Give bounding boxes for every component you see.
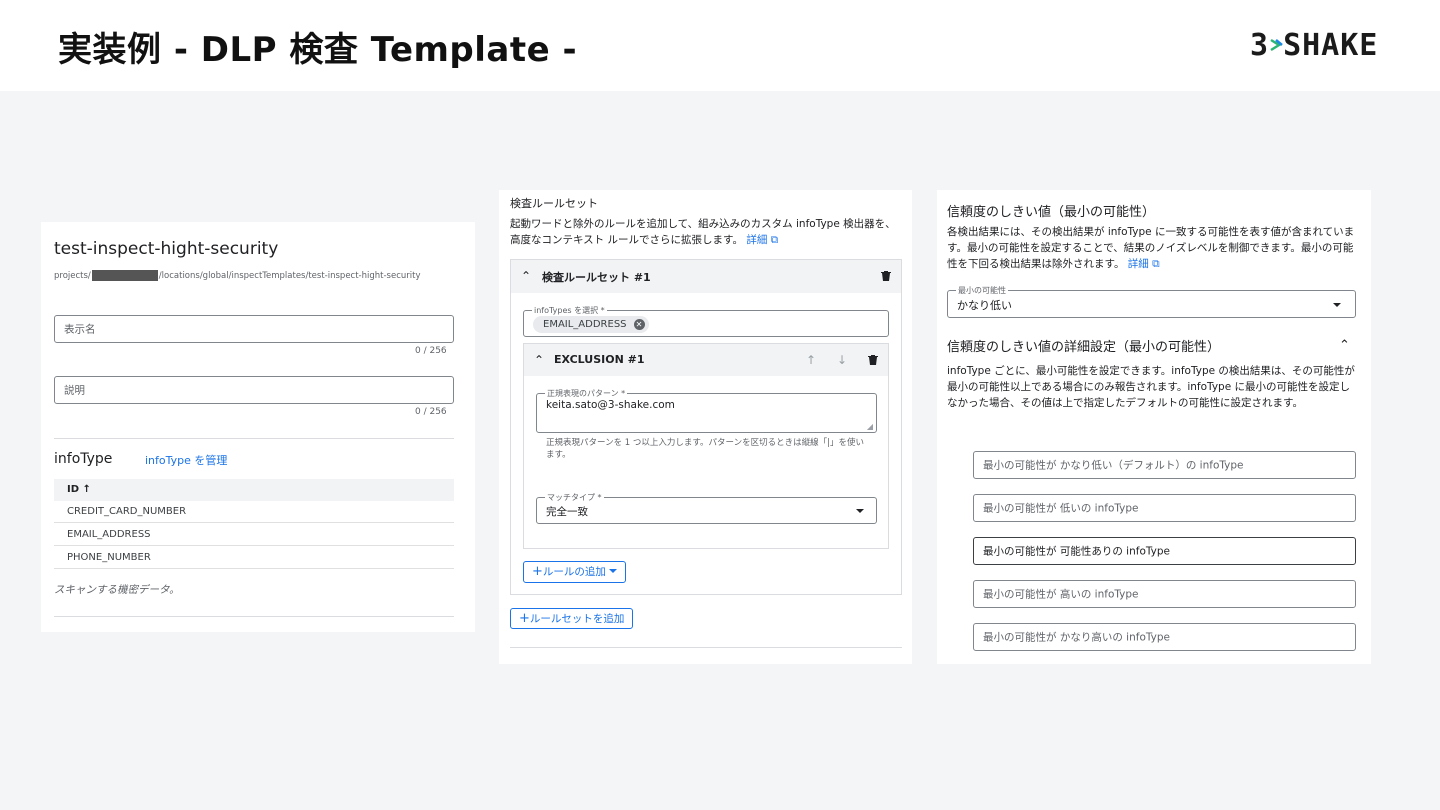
chevron-up-icon[interactable]: ⌃ [534, 354, 544, 366]
template-path: projects/ /locations/global/inspectTempla… [54, 270, 421, 281]
plus-icon: + [519, 611, 530, 626]
ruleset-description: 起動ワードと除外のルールを追加して、組み込みのカスタム infoType 検出器… [510, 216, 902, 248]
row-id: EMAIL_ADDRESS [67, 529, 151, 540]
match-type-select[interactable]: マッチタイプ * 完全一致 [536, 492, 877, 524]
add-ruleset-button[interactable]: +ルールセットを追加 [510, 608, 634, 629]
exclusion-header-title: EXCLUSION #1 [554, 353, 645, 366]
redacted-project-id [91, 270, 158, 281]
regex-help-text: 正規表現パターンを 1 つ以上入力します。パターンを区切るときは縦線「|」を使い… [546, 438, 864, 460]
plus-icon: + [532, 564, 543, 579]
display-name-placeholder: 表示名 [64, 323, 96, 336]
likelihood-placeholder: 最小の可能性が かなり高いの infoType [983, 631, 1170, 644]
logo-text-prefix: 3 [1250, 28, 1270, 63]
path-prefix: projects/ [54, 271, 91, 281]
ruleset-description-text: 起動ワードと除外のルールを追加して、組み込みのカスタム infoType 検出器… [510, 218, 896, 246]
table-row: PHONE_NUMBER [54, 547, 454, 569]
infotypes-select[interactable]: infoTypes を選択 * EMAIL_ADDRESS ✕ [523, 305, 889, 337]
logo-text-suffix: SHAKE [1283, 28, 1379, 63]
likelihood-details-link[interactable]: 詳細 ⧉ [1128, 258, 1160, 270]
path-suffix: /locations/global/inspectTemplates/test-… [158, 271, 421, 281]
dropdown-arrow-icon [856, 509, 864, 513]
likelihood-placeholder: 最小の可能性が 高いの infoType [983, 588, 1139, 601]
likelihood-threshold-panel: 信頼度のしきい値（最小の可能性） 各検出結果には、その検出結果が infoTyp… [937, 190, 1371, 664]
table-row: CREDIT_CARD_NUMBER [54, 501, 454, 523]
manage-infotype-link[interactable]: infoType を管理 [145, 452, 227, 468]
likelihood-very-unlikely-input[interactable]: 最小の可能性が かなり低い（デフォルト）の infoType [973, 451, 1356, 479]
divider [54, 616, 454, 617]
remove-chip-icon[interactable]: ✕ [633, 319, 645, 330]
display-name-counter: 0 / 256 [415, 346, 447, 356]
advanced-threshold-title: 信頼度のしきい値の詳細設定（最小の可能性） [947, 340, 1221, 355]
regex-pattern-textarea[interactable]: 正規表現のパターン * keita.sato@3-shake.com ◢ [536, 388, 877, 433]
advanced-threshold-description: infoType ごとに、最小可能性を設定できます。infoType の検出結果… [947, 365, 1355, 409]
description-counter: 0 / 256 [415, 407, 447, 417]
regex-pattern-value: keita.sato@3-shake.com [546, 399, 675, 411]
likelihood-likely-input[interactable]: 最小の可能性が 高いの infoType [973, 580, 1356, 608]
infotypes-label: infoTypes を選択 * [532, 305, 607, 316]
dropdown-arrow-icon [1333, 303, 1341, 307]
match-type-value: 完全一致 [546, 506, 588, 518]
exclusion-card: ⌃ EXCLUSION #1 ↑ ↓ 正規表現のパターン * keita.sat… [523, 343, 889, 549]
footer-note: スキャンする機密データ。 [54, 584, 180, 596]
likelihood-description: 各検出結果には、その検出結果が infoType に一致する可能性を表す値が含ま… [947, 224, 1359, 272]
likelihood-placeholder: 最小の可能性が かなり低い（デフォルト）の infoType [983, 459, 1244, 472]
inspection-ruleset-panel: 検査ルールセット 起動ワードと除外のルールを追加して、組み込みのカスタム inf… [499, 190, 912, 664]
ruleset-card-header[interactable]: ⌃ 検査ルールセット #1 [511, 260, 901, 293]
arrow-up-icon[interactable]: ↑ [806, 354, 816, 366]
add-rule-button[interactable]: +ルールの追加 [523, 561, 627, 583]
regex-pattern-label: 正規表現のパターン * [545, 388, 628, 399]
likelihood-possible-input[interactable]: 最小の可能性が 可能性ありの infoType [973, 537, 1356, 565]
sort-ascending-icon: ↑ [82, 484, 91, 495]
details-link-label: 詳細 [1127, 258, 1149, 270]
add-rule-label: ルールの追加 [542, 566, 606, 578]
open-in-new-icon: ⧉ [770, 234, 779, 246]
3shake-logo: 3 SHAKE [1250, 28, 1390, 63]
dropdown-arrow-icon [609, 569, 618, 573]
resize-handle-icon[interactable]: ◢ [867, 422, 873, 431]
likelihood-placeholder: 最小の可能性が 低いの infoType [983, 502, 1139, 515]
ruleset-card: ⌃ 検査ルールセット #1 infoTypes を選択 * EMAIL_ADDR… [510, 259, 902, 595]
ruleset-details-link[interactable]: 詳細 ⧉ [746, 234, 778, 246]
logo-arrow-icon [1270, 38, 1283, 52]
chip-label: EMAIL_ADDRESS [543, 319, 627, 330]
template-name: test-inspect-hight-security [54, 239, 279, 259]
ruleset-section-title: 検査ルールセット [510, 197, 598, 210]
infotype-label: infoType [54, 451, 113, 467]
likelihood-very-likely-input[interactable]: 最小の可能性が かなり高いの infoType [973, 623, 1356, 651]
template-details-panel: test-inspect-hight-security projects/ /lo… [41, 222, 475, 632]
add-ruleset-label: ルールセットを追加 [529, 613, 625, 625]
open-in-new-icon: ⧉ [1152, 258, 1160, 270]
delete-exclusion-icon[interactable] [868, 354, 878, 366]
row-id: PHONE_NUMBER [67, 552, 151, 563]
email-address-chip[interactable]: EMAIL_ADDRESS ✕ [533, 316, 649, 333]
match-type-label: マッチタイプ * [545, 492, 604, 503]
details-link-label: 詳細 [746, 234, 768, 246]
chevron-up-icon[interactable]: ⌃ [521, 270, 531, 282]
likelihood-unlikely-input[interactable]: 最小の可能性が 低いの infoType [973, 494, 1356, 522]
divider [54, 438, 454, 439]
slide-title: 実装例 - DLP 検査 Template - [58, 30, 578, 70]
description-input[interactable]: 説明 [54, 376, 454, 404]
display-name-input[interactable]: 表示名 [54, 315, 454, 343]
ruleset-header-title: 検査ルールセット #1 [542, 271, 651, 284]
chevron-up-icon[interactable]: ⌃ [1339, 339, 1350, 352]
arrow-down-icon[interactable]: ↓ [837, 354, 847, 366]
table-header[interactable]: ID ↑ [54, 479, 454, 501]
exclusion-card-header[interactable]: ⌃ EXCLUSION #1 ↑ ↓ [524, 344, 888, 376]
column-id-label: ID [67, 484, 80, 495]
min-likelihood-value: かなり低い [957, 299, 1012, 312]
description-placeholder: 説明 [64, 384, 85, 397]
row-id: CREDIT_CARD_NUMBER [67, 506, 187, 517]
min-likelihood-select[interactable]: 最小の可能性 かなり低い [947, 285, 1356, 318]
slide-header: 実装例 - DLP 検査 Template - 3 SHAKE [0, 0, 1440, 91]
delete-ruleset-icon[interactable] [881, 270, 891, 282]
likelihood-placeholder: 最小の可能性が 可能性ありの infoType [983, 545, 1170, 558]
table-row: EMAIL_ADDRESS [54, 524, 454, 546]
likelihood-section-title: 信頼度のしきい値（最小の可能性） [947, 205, 1156, 220]
column-id-header: ID ↑ [67, 484, 91, 495]
min-likelihood-label: 最小の可能性 [956, 285, 1008, 296]
divider [510, 647, 902, 648]
